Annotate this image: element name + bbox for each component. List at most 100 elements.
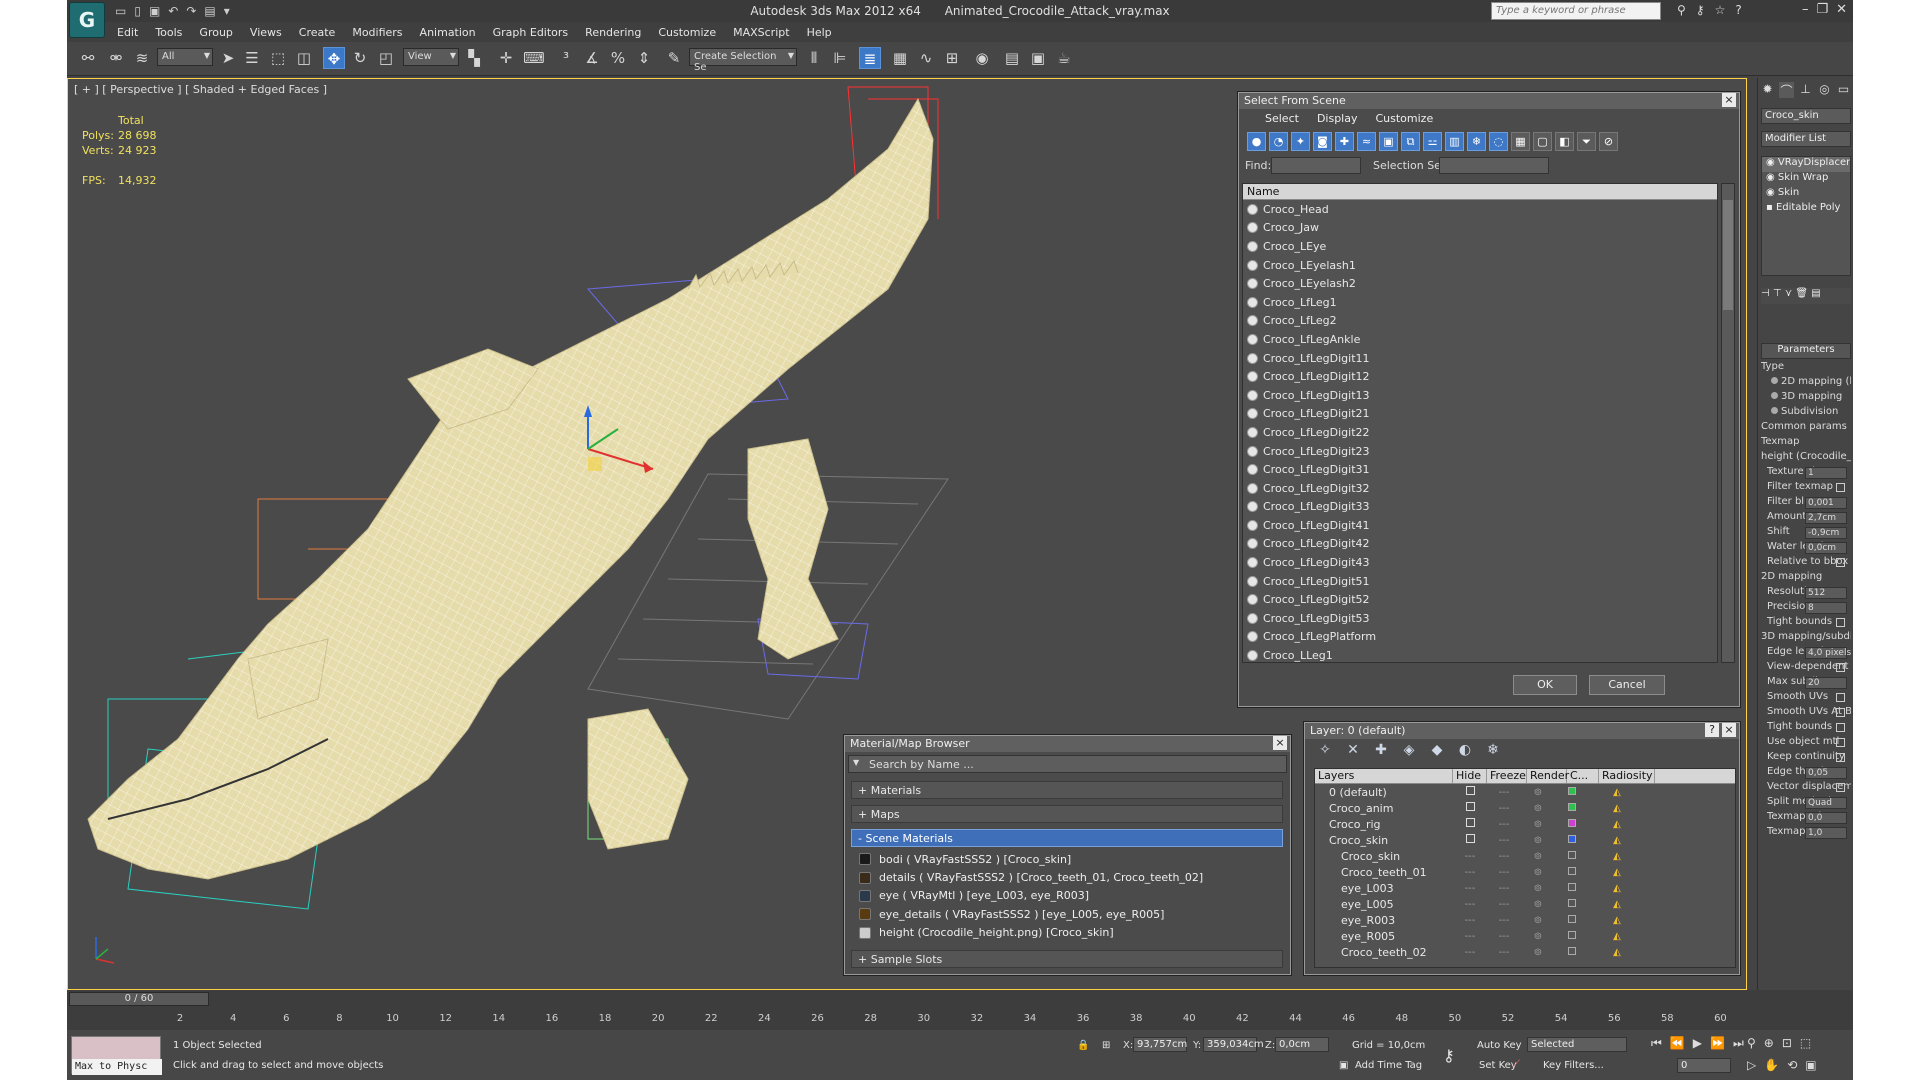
freeze-cell[interactable]: --- <box>1487 803 1521 814</box>
param-row[interactable]: Max subdivs 20 <box>1761 676 1851 691</box>
radiosity-icon[interactable]: ◭ <box>1589 819 1645 830</box>
display-frozen-icon[interactable]: ❄ <box>1467 132 1486 151</box>
display-shapes-icon[interactable]: ◔ <box>1269 132 1288 151</box>
select-none-icon[interactable]: ▢ <box>1533 132 1552 151</box>
hide-all-icon[interactable]: ◐ <box>1455 742 1475 760</box>
hide-cell[interactable] <box>1453 834 1487 846</box>
sfs-menu-customize[interactable]: Customize <box>1375 112 1433 126</box>
layer-row[interactable]: Croco_anim --- ⊚ ◭ <box>1315 800 1735 816</box>
color-cell[interactable] <box>1555 802 1589 814</box>
edit-named-selection-icon[interactable]: ✎ <box>663 47 685 69</box>
delete-layer-icon[interactable]: ✕ <box>1343 742 1363 760</box>
time-tag-icon[interactable]: ▣ <box>1339 1060 1348 1071</box>
layer-row[interactable]: eye_R005 --- --- ⊚ ◭ <box>1315 928 1735 944</box>
material-search-input[interactable]: Search by Name ... <box>848 755 1287 773</box>
list-item[interactable]: Croco_LfLegDigit51 <box>1243 572 1717 591</box>
param-checkbox[interactable] <box>1836 483 1845 492</box>
display-cameras-icon[interactable]: ◙ <box>1313 132 1332 151</box>
app-logo-button[interactable]: G <box>69 2 105 38</box>
unlink-icon[interactable]: ⚮ <box>105 47 127 69</box>
layer-color-swatch[interactable] <box>1568 882 1576 891</box>
next-frame-icon[interactable]: ⏩ <box>1710 1036 1725 1051</box>
list-item[interactable]: Croco_LfLegDigit22 <box>1243 423 1717 442</box>
clear-filter-icon[interactable]: ⊘ <box>1599 132 1618 151</box>
select-manipulate-icon[interactable]: ✛ <box>495 47 517 69</box>
auto-key-button[interactable]: Auto Key <box>1477 1040 1522 1051</box>
layer-color-swatch[interactable] <box>1568 850 1576 859</box>
list-item[interactable]: Croco_LEyelash1 <box>1243 256 1717 275</box>
select-all-icon[interactable]: ▦ <box>1511 132 1530 151</box>
named-selection-set-dropdown[interactable]: Create Selection Se <box>689 48 797 73</box>
radiosity-icon[interactable]: ◭ <box>1589 899 1645 910</box>
column-header[interactable]: Render <box>1527 769 1569 783</box>
maps-section[interactable]: + Maps <box>851 805 1283 823</box>
layer-color-swatch[interactable] <box>1568 914 1576 923</box>
render-cell[interactable]: ⊚ <box>1521 835 1555 846</box>
param-row[interactable]: Smooth UVs At Borders <box>1761 706 1851 721</box>
param-spinner[interactable]: -0,9cm <box>1805 527 1847 539</box>
help-search-input[interactable]: Type a keyword or phrase <box>1491 2 1661 20</box>
hide-cell[interactable]: --- <box>1453 915 1487 926</box>
key-icon[interactable]: ⚷ <box>1696 3 1705 17</box>
color-cell[interactable] <box>1555 898 1589 910</box>
scene-object-list[interactable]: Name Croco_Head Croco_Jaw Croco_LEye Croco_… <box>1242 183 1718 663</box>
hide-cell[interactable] <box>1453 818 1487 830</box>
scene-materials-section[interactable]: - Scene Materials <box>851 829 1283 847</box>
sfs-menu-select[interactable]: Select <box>1265 112 1299 126</box>
display-groups-icon[interactable]: ▣ <box>1379 132 1398 151</box>
hide-cell[interactable]: --- <box>1453 883 1487 894</box>
layer-row[interactable]: Croco_skin --- --- ⊚ ◭ <box>1315 848 1735 864</box>
object-list-scrollbar[interactable] <box>1721 183 1735 663</box>
color-cell[interactable] <box>1555 818 1589 830</box>
key-mode-dropdown[interactable]: Selected <box>1527 1037 1627 1052</box>
snaps-toggle-icon[interactable]: ³ <box>555 47 577 69</box>
list-item[interactable]: Croco_LfLegDigit32 <box>1243 479 1717 498</box>
list-item[interactable]: Croco_LfLegAnkle <box>1243 330 1717 349</box>
select-by-name-icon[interactable]: ☰ <box>241 47 263 69</box>
help-icon[interactable]: ? <box>1705 723 1719 737</box>
freeze-cell[interactable]: --- <box>1487 947 1521 958</box>
radio-button[interactable] <box>1771 392 1778 399</box>
color-cell[interactable] <box>1555 850 1589 862</box>
render-cell[interactable]: ⊚ <box>1521 931 1555 942</box>
display-space-warps-icon[interactable]: ≈ <box>1357 132 1376 151</box>
go-to-end-icon[interactable]: ⏭ <box>1733 1036 1744 1051</box>
radio-button[interactable] <box>1771 407 1778 414</box>
param-row[interactable]: Smooth UVs <box>1761 691 1851 706</box>
color-cell[interactable] <box>1555 866 1589 878</box>
hide-cell[interactable]: --- <box>1453 899 1487 910</box>
list-item[interactable]: Croco_LfLegDigit12 <box>1243 367 1717 386</box>
column-header[interactable]: C... <box>1567 769 1599 783</box>
param-spinner[interactable]: 20 <box>1805 677 1847 689</box>
sample-slots-section[interactable]: + Sample Slots <box>851 950 1283 968</box>
render-cell[interactable]: ⊚ <box>1521 803 1555 814</box>
object-name-field[interactable]: Croco_skin <box>1761 108 1851 124</box>
select-and-scale-icon[interactable]: ◰ <box>375 47 397 69</box>
list-item[interactable]: Croco_LLeg1 <box>1243 646 1717 662</box>
selection-set-dropdown[interactable] <box>1439 157 1549 174</box>
layer-color-swatch[interactable] <box>1568 898 1576 907</box>
render-cell[interactable]: ⊚ <box>1521 867 1555 878</box>
param-checkbox[interactable] <box>1836 753 1845 762</box>
maximize-viewport-icon[interactable]: ⬚ <box>1800 1036 1811 1050</box>
create-tab-icon[interactable]: ✹ <box>1760 82 1775 98</box>
remove-modifier-icon[interactable]: 🗑 <box>1795 288 1808 299</box>
zoom-icon[interactable]: ⚲ <box>1747 1036 1756 1050</box>
absolute-mode-icon[interactable]: ⊞ <box>1102 1040 1110 1051</box>
layer-row[interactable]: Croco_teeth_02 --- --- ⊚ ◭ <box>1315 944 1735 960</box>
name-column-header[interactable]: Name <box>1243 184 1717 200</box>
freeze-cell[interactable]: --- <box>1487 899 1521 910</box>
layer-color-swatch[interactable] <box>1568 818 1576 827</box>
maximize-toggle-icon[interactable]: ▣ <box>1805 1058 1816 1072</box>
freeze-cell[interactable]: --- <box>1487 915 1521 926</box>
modifier-list-dropdown[interactable]: Modifier List <box>1761 131 1851 147</box>
render-setup-icon[interactable]: ▤ <box>1001 47 1023 69</box>
menu-tools[interactable]: Tools <box>155 26 182 39</box>
highlight-layer-icon[interactable]: ◆ <box>1427 742 1447 760</box>
param-spinner[interactable]: 4,0 pixels <box>1805 647 1851 659</box>
param-checkbox[interactable] <box>1836 693 1845 702</box>
display-containers-icon[interactable]: ▥ <box>1445 132 1464 151</box>
param-row[interactable]: Relative to bbox <box>1761 556 1851 571</box>
render-cell[interactable]: ⊚ <box>1521 787 1555 798</box>
modifier-stack-item[interactable]: ◉ Skin <box>1762 187 1850 202</box>
